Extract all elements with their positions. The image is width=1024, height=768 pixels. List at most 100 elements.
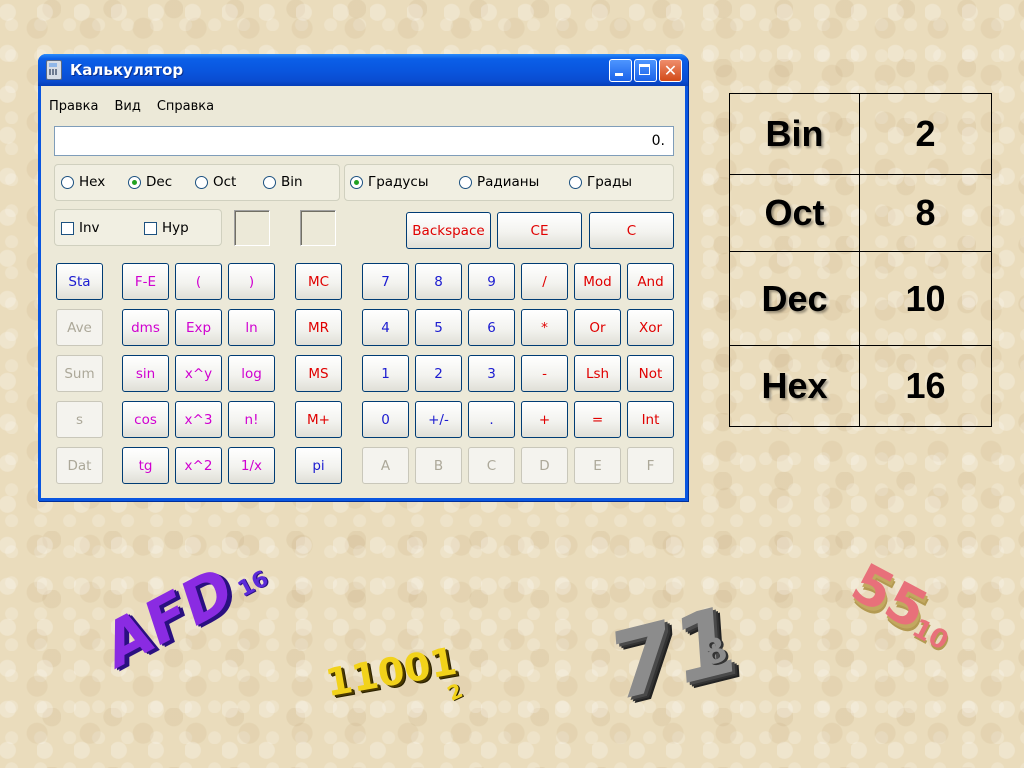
- checkbox-hyp-box: [144, 221, 157, 235]
- close-icon: ✕: [663, 61, 678, 80]
- digit-3-button[interactable]: 3: [468, 355, 515, 392]
- radio-radians-dot: [459, 175, 472, 189]
- wordart-bin: 11001: [322, 638, 461, 706]
- radix-base: 8: [859, 174, 992, 252]
- hex-f-button[interactable]: F: [627, 447, 674, 484]
- xor-button[interactable]: Xor: [627, 309, 674, 346]
- s-button[interactable]: s: [56, 401, 103, 438]
- display-field[interactable]: 0.: [54, 126, 674, 156]
- sta-button[interactable]: Sta: [56, 263, 103, 300]
- radio-oct[interactable]: Oct: [195, 174, 236, 190]
- c-button[interactable]: C: [589, 212, 674, 249]
- ln-button[interactable]: ln: [228, 309, 275, 346]
- digit-6-button[interactable]: 6: [468, 309, 515, 346]
- radio-radians[interactable]: Радианы: [459, 174, 539, 190]
- digit-4-button[interactable]: 4: [362, 309, 409, 346]
- mod-button[interactable]: Mod: [574, 263, 621, 300]
- parenthesis-indicator: [300, 210, 336, 246]
- window-title: Калькулятор: [70, 61, 184, 79]
- checkbox-inv[interactable]: Inv: [61, 220, 100, 236]
- int-button[interactable]: Int: [627, 401, 674, 438]
- equals-button[interactable]: =: [574, 401, 621, 438]
- factorial-button[interactable]: n!: [228, 401, 275, 438]
- memory-indicator: [234, 210, 270, 246]
- digit-9-button[interactable]: 9: [468, 263, 515, 300]
- tg-button[interactable]: tg: [122, 447, 169, 484]
- m-plus-button[interactable]: M+: [295, 401, 342, 438]
- multiply-button[interactable]: *: [521, 309, 568, 346]
- or-button[interactable]: Or: [574, 309, 621, 346]
- radix-name: Oct: [729, 174, 860, 252]
- radio-oct-dot: [195, 175, 208, 189]
- sin-button[interactable]: sin: [122, 355, 169, 392]
- divide-button[interactable]: /: [521, 263, 568, 300]
- calculator-icon: [46, 60, 62, 80]
- radio-degrees-dot: [350, 175, 363, 189]
- mc-button[interactable]: MC: [295, 263, 342, 300]
- pi-button[interactable]: pi: [295, 447, 342, 484]
- dat-button[interactable]: Dat: [56, 447, 103, 484]
- reciprocal-button[interactable]: 1/x: [228, 447, 275, 484]
- title-bar[interactable]: Калькулятор ✕: [38, 54, 688, 86]
- checkbox-hyp[interactable]: Hyp: [144, 220, 189, 236]
- decimal-button[interactable]: .: [468, 401, 515, 438]
- open-paren-button[interactable]: (: [175, 263, 222, 300]
- menu-edit[interactable]: Правка: [49, 99, 98, 114]
- ave-button[interactable]: Ave: [56, 309, 103, 346]
- hex-b-button[interactable]: B: [415, 447, 462, 484]
- hex-c-button[interactable]: C: [468, 447, 515, 484]
- exp-button[interactable]: Exp: [175, 309, 222, 346]
- radio-dec-dot: [128, 175, 141, 189]
- checkbox-inv-box: [61, 221, 74, 235]
- digit-8-button[interactable]: 8: [415, 263, 462, 300]
- close-button[interactable]: ✕: [659, 59, 682, 82]
- maximize-button[interactable]: [634, 59, 657, 82]
- plus-button[interactable]: +: [521, 401, 568, 438]
- and-button[interactable]: And: [627, 263, 674, 300]
- radio-bin[interactable]: Bin: [263, 174, 303, 190]
- sign-button[interactable]: +/-: [415, 401, 462, 438]
- radix-table: Bin 2 Oct 8 Dec 10 Hex 16: [729, 93, 992, 427]
- digit-7-button[interactable]: 7: [362, 263, 409, 300]
- hex-e-button[interactable]: E: [574, 447, 621, 484]
- radix-base: 16: [859, 345, 992, 427]
- fe-button[interactable]: F-E: [122, 263, 169, 300]
- xy-button[interactable]: x^y: [175, 355, 222, 392]
- lsh-button[interactable]: Lsh: [574, 355, 621, 392]
- backspace-button[interactable]: Backspace: [406, 212, 491, 249]
- radio-hex[interactable]: Hex: [61, 174, 105, 190]
- hex-d-button[interactable]: D: [521, 447, 568, 484]
- calculator-window: Калькулятор ✕ Правка Вид Справка 0. Hex …: [38, 54, 688, 501]
- digit-5-button[interactable]: 5: [415, 309, 462, 346]
- radio-grads[interactable]: Грады: [569, 174, 632, 190]
- radix-name: Dec: [729, 251, 860, 346]
- digit-0-button[interactable]: 0: [362, 401, 409, 438]
- x2-button[interactable]: x^2: [175, 447, 222, 484]
- radio-dec[interactable]: Dec: [128, 174, 172, 190]
- radio-hex-dot: [61, 175, 74, 189]
- radio-bin-dot: [263, 175, 276, 189]
- digit-2-button[interactable]: 2: [415, 355, 462, 392]
- digit-1-button[interactable]: 1: [362, 355, 409, 392]
- x3-button[interactable]: x^3: [175, 401, 222, 438]
- hex-a-button[interactable]: A: [362, 447, 409, 484]
- menu-view[interactable]: Вид: [114, 99, 140, 114]
- radio-grads-dot: [569, 175, 582, 189]
- sum-button[interactable]: Sum: [56, 355, 103, 392]
- minus-button[interactable]: -: [521, 355, 568, 392]
- wordart-hex-base: 16: [233, 566, 273, 603]
- ms-button[interactable]: MS: [295, 355, 342, 392]
- not-button[interactable]: Not: [627, 355, 674, 392]
- cos-button[interactable]: cos: [122, 401, 169, 438]
- table-row: Hex 16: [729, 345, 992, 427]
- menu-help[interactable]: Справка: [157, 99, 214, 114]
- minimize-button[interactable]: [609, 59, 632, 82]
- log-button[interactable]: log: [228, 355, 275, 392]
- table-row: Bin 2: [729, 93, 992, 175]
- mr-button[interactable]: MR: [295, 309, 342, 346]
- radix-name: Hex: [729, 345, 860, 427]
- close-paren-button[interactable]: ): [228, 263, 275, 300]
- radio-degrees[interactable]: Градусы: [350, 174, 428, 190]
- ce-button[interactable]: CE: [497, 212, 582, 249]
- dms-button[interactable]: dms: [122, 309, 169, 346]
